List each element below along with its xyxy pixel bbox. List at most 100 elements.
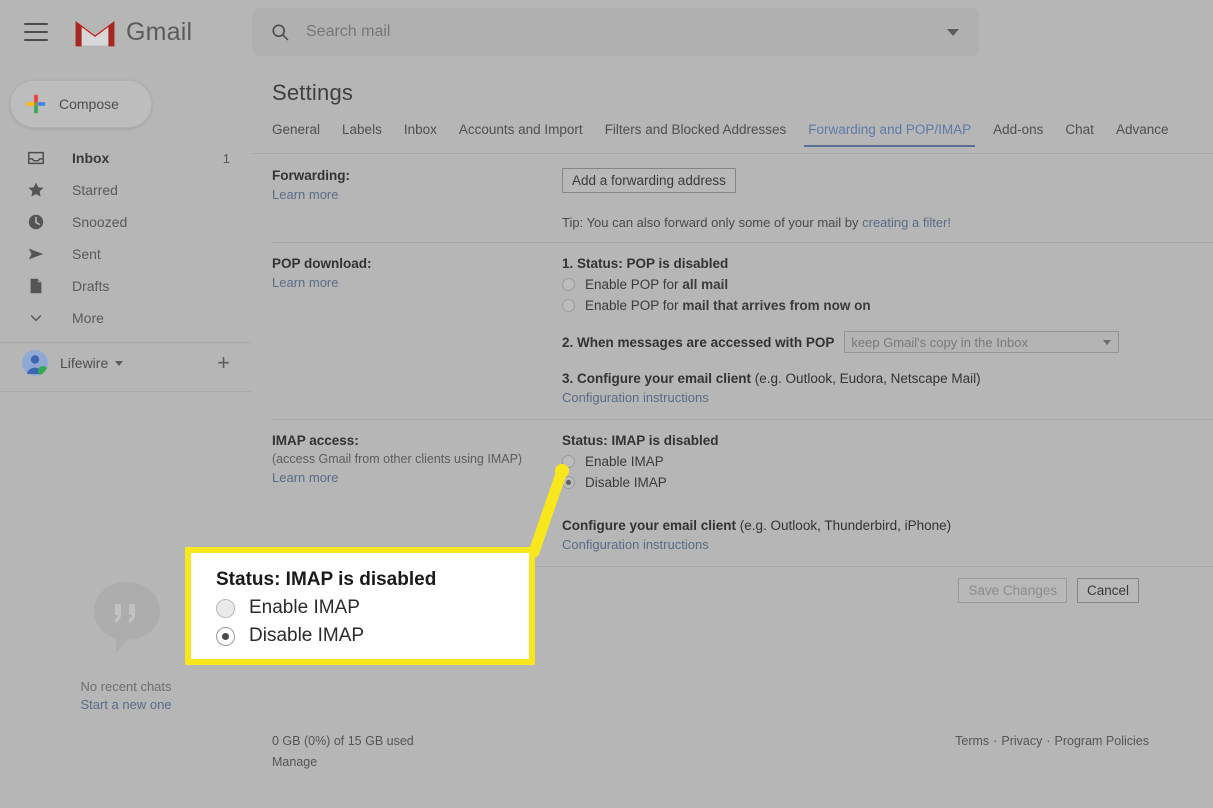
pop-learn-more-link[interactable]: Learn more <box>272 275 338 290</box>
imap-learn-more-link[interactable]: Learn more <box>272 470 338 485</box>
pop-title: POP download: <box>272 256 372 271</box>
forwarding-labels: Forwarding: Learn more <box>252 168 562 230</box>
callout-disable-imap-radio[interactable] <box>216 626 235 646</box>
privacy-link[interactable]: Privacy <box>1001 734 1042 748</box>
account-row[interactable]: Lifewire + <box>0 343 252 383</box>
pop-access-row: 2. When messages are accessed with POP k… <box>562 331 1213 353</box>
callout-enable-imap-radio[interactable] <box>216 598 235 618</box>
pop-now-on-row[interactable]: Enable POP for mail that arrives from no… <box>562 298 1213 313</box>
gmail-brand-text: Gmail <box>126 17 193 46</box>
tab-forwarding-and-pop-imap[interactable]: Forwarding and POP/IMAP <box>804 122 975 147</box>
pop-now-on-label: Enable POP for mail that arrives from no… <box>585 298 871 313</box>
footer-separator-2: · <box>1046 734 1051 748</box>
start-new-chat-link[interactable]: Start a new one <box>0 697 252 712</box>
program-policies-link[interactable]: Program Policies <box>1055 734 1149 748</box>
page-title: Settings <box>272 80 354 105</box>
chevron-down-icon[interactable] <box>947 28 959 36</box>
sidebar-item-label: Starred <box>72 182 118 198</box>
imap-disable-radio[interactable] <box>562 476 575 489</box>
forwarding-learn-more-link[interactable]: Learn more <box>272 187 338 202</box>
imap-configure-text: Configure your email client (e.g. Outloo… <box>562 518 1213 533</box>
gmail-settings-screen: Gmail Compose <box>0 0 1213 808</box>
imap-disable-row[interactable]: Disable IMAP <box>562 475 1213 490</box>
sidebar-item-more[interactable]: More <box>0 302 252 334</box>
compose-label: Compose <box>59 96 119 112</box>
tab-add-ons[interactable]: Add-ons <box>993 122 1043 147</box>
sidebar-divider-2 <box>0 391 252 392</box>
no-recent-chats-text: No recent chats <box>80 679 172 694</box>
cancel-button[interactable]: Cancel <box>1076 578 1139 603</box>
search-input[interactable] <box>306 23 947 41</box>
forwarding-section: Forwarding: Learn more Add a forwarding … <box>252 154 1213 242</box>
settings-main: Settings General Labels Inbox Accounts a… <box>252 64 1213 808</box>
sidebar-item-snoozed[interactable]: Snoozed <box>0 206 252 238</box>
gmail-logo: Gmail <box>74 16 192 48</box>
pop-all-mail-radio[interactable] <box>562 278 575 291</box>
hamburger-icon[interactable] <box>24 23 48 41</box>
hangouts-bubble-icon <box>94 582 160 653</box>
pop-configuration-instructions-link[interactable]: Configuration instructions <box>562 390 709 405</box>
forwarding-controls: Add a forwarding address Tip: You can al… <box>562 168 1213 230</box>
storage-usage-text: 0 GB (0%) of 15 GB used <box>272 734 414 748</box>
callout-enable-row[interactable]: Enable IMAP <box>216 597 529 619</box>
pop-now-on-radio[interactable] <box>562 299 575 312</box>
manage-storage-link[interactable]: Manage <box>272 755 317 769</box>
pop-copy-select-value: keep Gmail's copy in the Inbox <box>851 334 1029 350</box>
pop-now-on-label-text: Enable POP for <box>585 298 683 313</box>
sidebar-item-label: Inbox <box>72 150 110 166</box>
pop-all-mail-label-bold: all mail <box>682 277 729 292</box>
send-icon <box>26 244 46 264</box>
sidebar-item-label: Sent <box>72 246 101 262</box>
pop-step3: 3. Configure your email client (e.g. Out… <box>562 371 1213 386</box>
footer-separator-1: · <box>993 734 998 748</box>
tab-labels[interactable]: Labels <box>342 122 382 147</box>
terms-link[interactable]: Terms <box>955 734 989 748</box>
sidebar-item-label: Drafts <box>72 278 110 294</box>
chevron-down-icon <box>26 308 46 328</box>
plus-icon <box>26 94 46 114</box>
forwarding-tip: Tip: You can also forward only some of y… <box>562 215 1213 230</box>
pop-all-mail-label-text: Enable POP for <box>585 277 683 292</box>
avatar-icon <box>22 350 48 376</box>
tab-advanced[interactable]: Advance <box>1116 122 1169 147</box>
sidebar-item-label: More <box>72 310 104 326</box>
add-forwarding-address-button[interactable]: Add a forwarding address <box>562 168 736 193</box>
app-header: Gmail <box>0 0 1213 64</box>
chevron-down-icon <box>1103 339 1112 345</box>
search-bar[interactable] <box>252 8 979 56</box>
imap-disable-label: Disable IMAP <box>585 475 667 490</box>
sidebar-item-starred[interactable]: Starred <box>0 174 252 206</box>
imap-enable-radio[interactable] <box>562 455 575 468</box>
compose-button[interactable]: Compose <box>10 80 152 128</box>
tab-inbox[interactable]: Inbox <box>404 122 437 147</box>
sidebar-item-drafts[interactable]: Drafts <box>0 270 252 302</box>
gmail-m-icon <box>75 21 115 47</box>
callout-disable-row[interactable]: Disable IMAP <box>216 625 529 647</box>
pop-all-mail-label: Enable POP for all mail <box>585 277 728 292</box>
add-account-icon[interactable]: + <box>217 352 230 374</box>
creating-a-filter-link[interactable]: creating a filter! <box>862 215 951 230</box>
imap-configuration-instructions-link[interactable]: Configuration instructions <box>562 537 709 552</box>
sidebar-item-inbox[interactable]: Inbox 1 <box>0 142 252 174</box>
forwarding-tip-text: Tip: You can also forward only some of y… <box>562 215 863 230</box>
chevron-down-icon[interactable] <box>115 360 124 366</box>
imap-configure-rest: (e.g. Outlook, Thunderbird, iPhone) <box>736 518 952 533</box>
save-changes-button[interactable]: Save Changes <box>958 578 1067 603</box>
pop-copy-select[interactable]: keep Gmail's copy in the Inbox <box>844 331 1120 353</box>
imap-enable-row[interactable]: Enable IMAP <box>562 454 1213 469</box>
imap-subtitle: (access Gmail from other clients using I… <box>272 452 523 466</box>
inbox-unread-count: 1 <box>222 150 230 166</box>
tab-filters-and-blocked-addresses[interactable]: Filters and Blocked Addresses <box>605 122 787 147</box>
pop-download-section: POP download: Learn more 1. Status: POP … <box>252 242 1213 419</box>
forwarding-title: Forwarding: <box>272 168 350 183</box>
pop-step2-label: 2. When messages are accessed with POP <box>562 334 835 350</box>
callout-status-text: Status: IMAP is disabled <box>216 569 437 590</box>
tab-chat[interactable]: Chat <box>1065 122 1094 147</box>
pop-all-mail-row[interactable]: Enable POP for all mail <box>562 277 1213 292</box>
imap-enable-label: Enable IMAP <box>585 454 664 469</box>
imap-configure-bold: Configure your email client <box>562 518 737 533</box>
tab-general[interactable]: General <box>272 122 320 147</box>
sidebar-item-sent[interactable]: Sent <box>0 238 252 270</box>
tab-accounts-and-import[interactable]: Accounts and Import <box>459 122 583 147</box>
imap-access-section: IMAP access: (access Gmail from other cl… <box>252 419 1213 566</box>
